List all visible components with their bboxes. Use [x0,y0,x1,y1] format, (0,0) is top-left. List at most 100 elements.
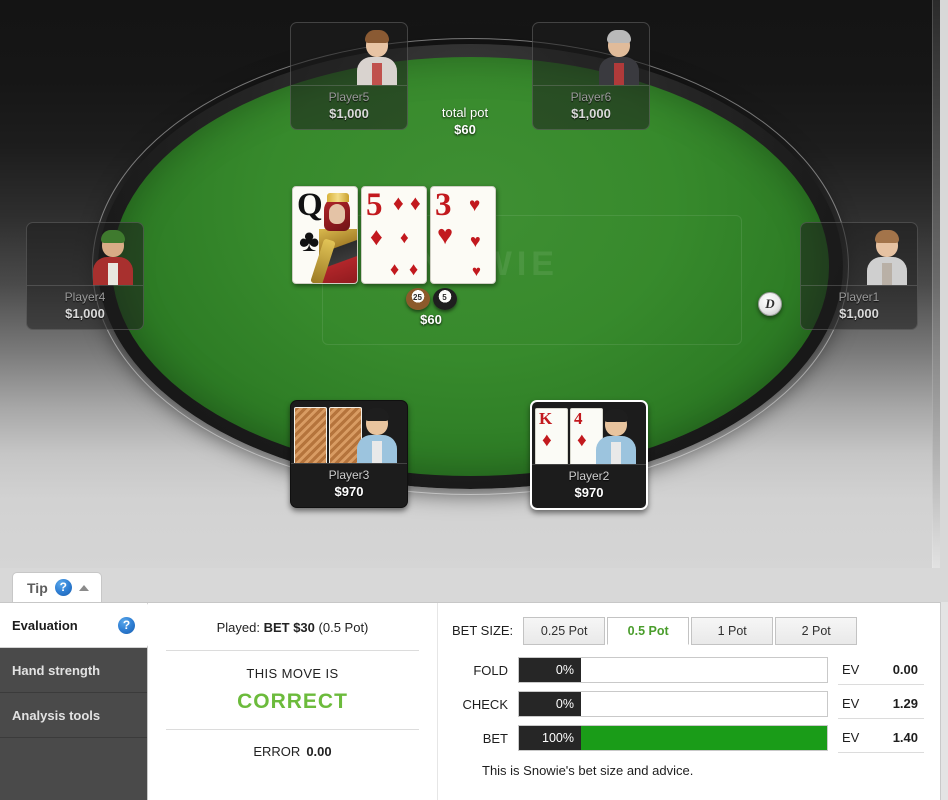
pip: ♦ [390,259,400,279]
ev-cell-bet: EV 1.40 [838,723,924,753]
player3-hole-cards [294,407,362,463]
pip: ♦ [393,192,404,215]
player-name: Player2 [568,469,610,483]
tip-tab[interactable]: Tip ? [12,572,102,602]
sidebar-item-analysis-tools[interactable]: Analysis tools [0,693,147,738]
analysis-panel: Evaluation ? Hand strength Analysis tool… [0,602,940,800]
played-line: Played: BET $30 (0.5 Pot) [217,619,369,637]
move-verdict-label: THIS MOVE IS [246,666,339,681]
seat-player6[interactable]: Player6 $1,000 [532,22,650,130]
advice-text: This is Snowie's bet size and advice. [482,763,694,778]
avatar-collar [882,263,892,285]
error-label: ERROR [253,744,301,759]
action-percent: 100% [519,726,581,750]
player6-info: Player6 $1,000 [533,85,649,129]
action-label: CHECK [462,696,508,712]
question-mark-icon[interactable]: ? [54,579,72,596]
action-percent: 0% [519,658,581,682]
action-bar: 100% [518,725,828,751]
ev-value: 1.29 [892,696,918,711]
player-stack: $1,000 [571,106,611,121]
queen-face-artwork [310,193,357,283]
chip-5-icon: 5 [432,288,457,310]
total-pot: total pot $60 [403,104,527,138]
board-cards: Q ♣ 5 ♦ ♦ ♦ ♦ ♦ ♦ 3 ♥ ♥ ♥ ♥ [292,186,496,284]
sidebar-item-hand-strength[interactable]: Hand strength [0,648,147,693]
bet-size-tab-label: 2 Pot [801,624,831,638]
action-bar-track [581,658,827,682]
divider [166,729,419,730]
player2-info: Player2 $970 [532,464,646,508]
seat-player1[interactable]: Player1 $1,000 [800,222,918,330]
player5-info: Player5 $1,000 [291,85,407,129]
hero-hole-cards: K ♦ 4 ♦ [535,408,603,464]
bet-size-row: BET SIZE: 0.25 Pot 0.5 Pot 1 Pot 2 Pot [452,617,924,645]
avatar-hair [365,30,389,43]
action-row-fold: FOLD 0% EV 0.00 [452,655,924,685]
ev-label: EV [842,730,860,745]
ev-cell-check: EV 1.29 [838,689,924,719]
action-bar-track [581,692,827,716]
chips-row: 25 5 [400,288,462,310]
question-mark-icon[interactable]: ? [118,616,135,634]
player-name: Player3 [328,468,370,482]
action-bar-fill [581,726,827,750]
dealer-button-icon: D [758,292,782,316]
avatar [597,29,641,85]
window-right-edge [932,0,940,568]
board-card-rank: 5 [366,187,383,223]
hole-card-suit: ♦ [577,430,587,451]
sidebar-item-label: Evaluation [12,617,78,633]
error-line: ERROR 0.00 [253,743,331,761]
bet-size-tab-label: 0.25 Pot [540,624,588,638]
avatar [594,408,638,464]
hole-card: K ♦ [535,408,568,464]
chip-denomination: 25 [413,292,422,302]
seat-player4[interactable]: Player4 $1,000 [26,222,144,330]
action-percent: 0% [519,692,581,716]
seat-player5[interactable]: Player5 $1,000 [290,22,408,130]
ev-cell-fold: EV 0.00 [838,655,924,685]
avatar [865,229,909,285]
player5-avatar-row [291,23,407,85]
sidebar-item-evaluation[interactable]: Evaluation ? [0,603,159,648]
pip: ♦ [410,192,421,215]
analysis-side-nav: Evaluation ? Hand strength Analysis tool… [0,603,159,800]
board-card-3: 3 ♥ ♥ ♥ ♥ [430,186,496,284]
action-bar-track [581,726,827,750]
player-stack: $970 [334,484,364,499]
player-name: Player1 [838,290,880,304]
bet-size-tab-05-pot[interactable]: 0.5 Pot [607,617,690,645]
player-name: Player5 [328,90,370,104]
avatar [355,407,399,463]
seat-player3[interactable]: Player3 $970 [290,400,408,508]
chevron-up-icon[interactable] [78,584,89,591]
player-stack: $1,000 [839,306,879,321]
player-stack: $1,000 [65,306,105,321]
ev-value: 0.00 [892,662,918,677]
player3-info: Player3 $970 [291,463,407,507]
player-name: Player4 [64,290,106,304]
move-verdict-value: CORRECT [237,690,348,713]
queen-crown [327,193,349,202]
evaluation-column: Played: BET $30 (0.5 Pot) THIS MOVE IS C… [148,603,438,800]
seat-player2-hero[interactable]: K ♦ 4 ♦ Player2 $970 [530,400,648,510]
bet-chips-amount: $60 [420,312,442,327]
avatar [91,229,135,285]
ev-label: EV [842,662,860,677]
card-back-icon [294,407,327,463]
bet-size-tab-label: 0.5 Pot [627,624,669,638]
bet-size-tab-1-pot[interactable]: 1 Pot [691,617,774,645]
advice-column: BET SIZE: 0.25 Pot 0.5 Pot 1 Pot 2 Pot F… [438,603,940,800]
player1-avatar-row [801,223,917,285]
bet-size-tab-025-pot[interactable]: 0.25 Pot [523,617,606,645]
sidebar-item-label: Hand strength [12,662,101,678]
player6-avatar-row [533,23,649,85]
avatar-hair [607,30,631,43]
bet-size-tab-2-pot[interactable]: 2 Pot [775,617,858,645]
avatar-collar [372,441,382,463]
ev-label: EV [842,696,860,711]
player-name: Player6 [570,90,612,104]
queen-face [329,204,345,224]
poker-table-area: SNOWIE Player5 $1,000 [0,0,940,568]
